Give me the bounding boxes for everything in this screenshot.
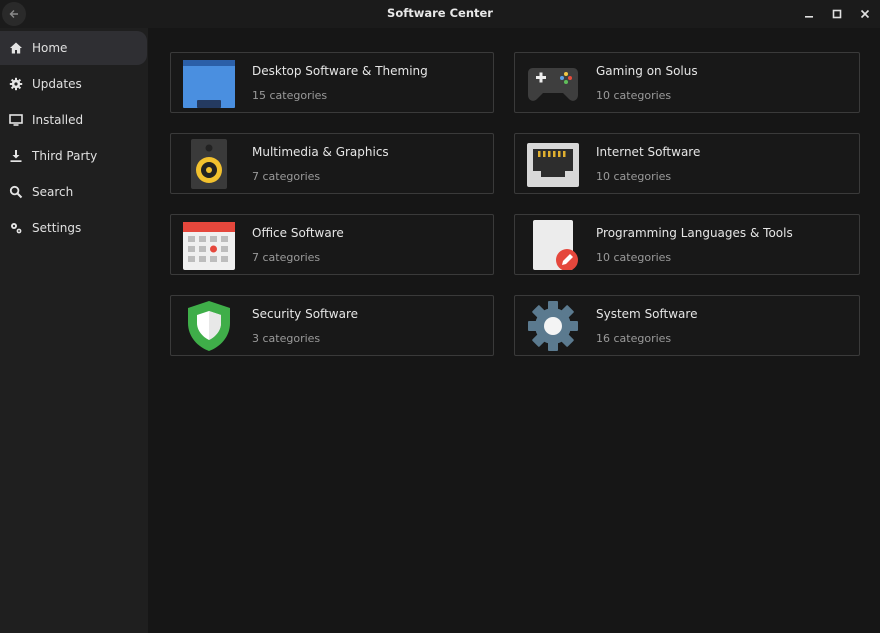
category-title: Gaming on Solus — [596, 64, 698, 78]
gamepad-icon — [527, 58, 579, 108]
search-icon — [8, 184, 24, 200]
category-card-internet[interactable]: Internet Software 10 categories — [514, 133, 860, 194]
sidebar-item-label: Installed — [32, 113, 84, 127]
sidebar-item-label: Updates — [32, 77, 82, 91]
category-subtitle: 10 categories — [596, 170, 672, 183]
category-card-gaming[interactable]: Gaming on Solus 10 categories — [514, 52, 860, 113]
category-title: Desktop Software & Theming — [252, 64, 428, 78]
category-subtitle: 3 categories — [252, 332, 321, 345]
network-port-icon — [527, 139, 579, 189]
system-gear-icon — [527, 301, 579, 351]
sidebar: Home Updates Installed Third Party Searc… — [0, 28, 148, 633]
category-subtitle: 16 categories — [596, 332, 672, 345]
sidebar-item-search[interactable]: Search — [0, 175, 148, 209]
category-title: Multimedia & Graphics — [252, 145, 389, 159]
minimize-button[interactable] — [798, 4, 820, 24]
home-icon — [8, 40, 24, 56]
sidebar-item-label: Third Party — [32, 149, 98, 163]
title-bar: Software Center — [0, 0, 880, 28]
category-subtitle: 15 categories — [252, 89, 328, 102]
category-title: Security Software — [252, 307, 358, 321]
gear-icon — [8, 76, 24, 92]
settings-icon — [8, 220, 24, 236]
category-card-system[interactable]: System Software 16 categories — [514, 295, 860, 356]
category-card-desktop[interactable]: Desktop Software & Theming 15 categories — [170, 52, 494, 113]
category-subtitle: 10 categories — [596, 251, 672, 264]
main-content: Desktop Software & Theming 15 categories… — [148, 28, 880, 633]
sidebar-item-label: Search — [32, 185, 74, 199]
category-card-office[interactable]: Office Software 7 categories — [170, 214, 494, 275]
category-card-security[interactable]: Security Software 3 categories — [170, 295, 494, 356]
calendar-icon — [183, 220, 235, 270]
maximize-icon — [832, 9, 842, 19]
category-subtitle: 7 categories — [252, 251, 321, 264]
sidebar-item-label: Settings — [32, 221, 82, 235]
close-icon — [860, 9, 870, 19]
download-icon — [8, 148, 24, 164]
category-title: Programming Languages & Tools — [596, 226, 793, 240]
category-title: Office Software — [252, 226, 344, 240]
desktop-icon — [183, 58, 235, 108]
sidebar-item-settings[interactable]: Settings — [0, 211, 148, 245]
category-card-multimedia[interactable]: Multimedia & Graphics 7 categories — [170, 133, 494, 194]
close-button[interactable] — [854, 4, 876, 24]
document-edit-icon — [527, 220, 579, 271]
category-title: Internet Software — [596, 145, 701, 159]
category-title: System Software — [596, 307, 698, 321]
category-subtitle: 7 categories — [252, 170, 321, 183]
maximize-button[interactable] — [826, 4, 848, 24]
window-title: Software Center — [387, 6, 493, 20]
sidebar-item-updates[interactable]: Updates — [0, 67, 148, 101]
monitor-icon — [8, 112, 24, 128]
category-subtitle: 10 categories — [596, 89, 672, 102]
sidebar-item-label: Home — [32, 41, 68, 55]
window-controls — [798, 4, 876, 24]
sidebar-item-installed[interactable]: Installed — [0, 103, 148, 137]
shield-icon — [183, 301, 235, 351]
minimize-icon — [805, 16, 813, 18]
category-card-programming[interactable]: Programming Languages & Tools 10 categor… — [514, 214, 860, 275]
speaker-icon — [183, 139, 235, 189]
sidebar-item-third-party[interactable]: Third Party — [0, 139, 148, 173]
sidebar-item-home[interactable]: Home — [0, 31, 147, 65]
